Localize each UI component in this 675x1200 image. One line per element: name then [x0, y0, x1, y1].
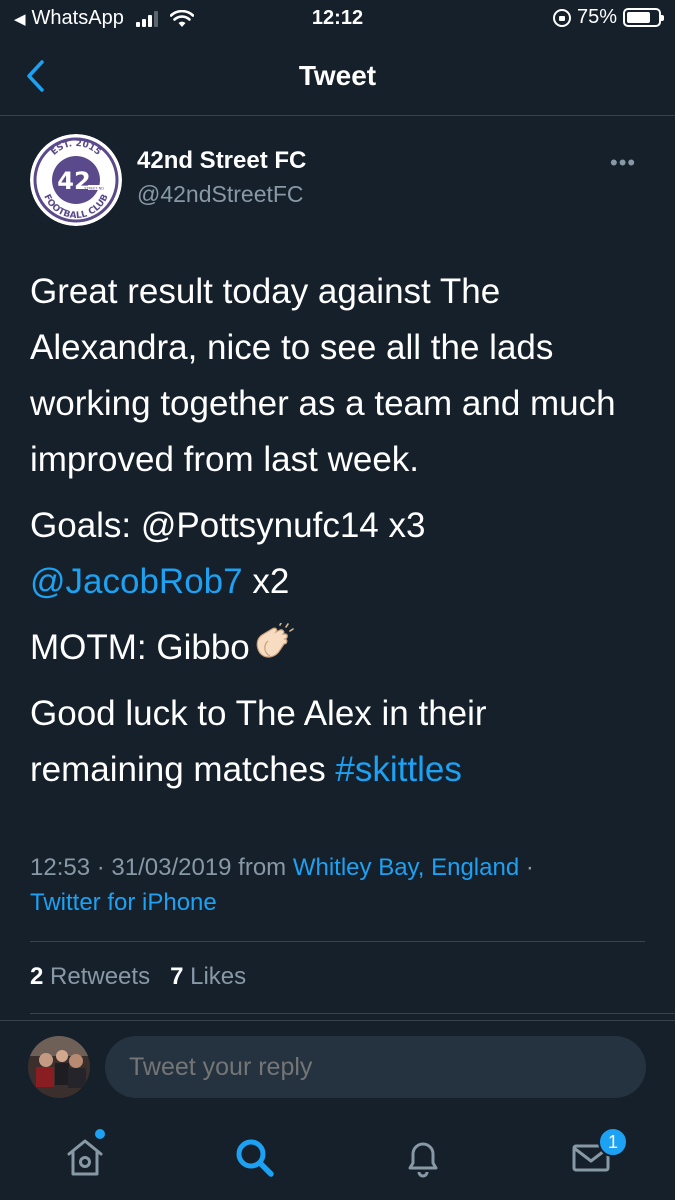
- logo-tag: STREET ND: [84, 187, 104, 191]
- battery-percent: 75%: [576, 6, 617, 28]
- hashtag-link[interactable]: #skittles: [335, 750, 461, 789]
- engagement-stats: 2 Retweets 7 Likes: [30, 963, 246, 991]
- tweet-paragraph-goals: Goals: @Pottsynufc14 x3 @JacobRob7 x2: [30, 498, 645, 610]
- divider: [30, 1013, 675, 1014]
- divider: [30, 941, 645, 942]
- likes-label: Likes: [183, 963, 247, 990]
- mention-link[interactable]: @JacobRob7: [30, 562, 243, 601]
- author-handle[interactable]: @42ndStreetFC: [137, 181, 304, 208]
- logo-number: 42: [57, 167, 90, 195]
- retweets-label: Retweets: [43, 963, 151, 990]
- battery-icon: [623, 8, 664, 27]
- reply-input[interactable]: [105, 1036, 646, 1098]
- tweet-meta: 12:53 · 31/03/2019 from Whitley Bay, Eng…: [30, 850, 645, 920]
- divider: [0, 1020, 675, 1021]
- goals-text: Goals: @Pottsynufc14 x3: [30, 506, 426, 545]
- author-name[interactable]: 42nd Street FC: [137, 147, 306, 175]
- user-avatar[interactable]: [28, 1036, 90, 1098]
- home-icon[interactable]: [60, 1132, 110, 1182]
- motm-text: MOTM: Gibbo: [30, 628, 250, 667]
- retweets-count: 2: [30, 963, 44, 990]
- tweet-paragraph-motm: MOTM: Gibbo: [30, 620, 645, 676]
- notifications-icon[interactable]: [398, 1132, 448, 1182]
- tweet-detail-screen: ◀ WhatsApp 12:12 75% Tweet EST. 2015 FOO…: [0, 0, 675, 1200]
- source-link[interactable]: Twitter for iPhone: [30, 889, 217, 916]
- search-icon[interactable]: [229, 1132, 279, 1182]
- timestamp: 12:53 · 31/03/2019 from: [30, 854, 293, 881]
- orientation-lock-icon: [552, 8, 571, 27]
- nav-header: Tweet: [0, 40, 675, 116]
- status-bar: ◀ WhatsApp 12:12 75%: [0, 0, 675, 38]
- ellipsis-icon[interactable]: •••: [610, 150, 636, 176]
- location-link[interactable]: Whitley Bay, England: [293, 854, 519, 881]
- tweet-paragraph: Great result today against The Alexandra…: [30, 272, 616, 479]
- goals-suffix: x2: [242, 562, 290, 601]
- page-title: Tweet: [298, 60, 377, 91]
- messages-badge: 1: [598, 1127, 628, 1157]
- home-unread-dot: [95, 1129, 105, 1139]
- likes-count: 7: [170, 963, 184, 990]
- likes-stat[interactable]: 7 Likes: [170, 963, 246, 990]
- tweet-body: Great result today against The Alexandra…: [30, 264, 645, 808]
- clapping-hands-emoji-icon: [256, 623, 294, 658]
- retweets-stat[interactable]: 2 Retweets: [30, 963, 150, 990]
- author-avatar[interactable]: EST. 2015 FOOTBALL CLUB 42 STREET ND: [30, 134, 122, 226]
- meta-separator: ·: [519, 854, 534, 881]
- tweet-paragraph-luck: Good luck to The Alex in their remaining…: [30, 686, 645, 798]
